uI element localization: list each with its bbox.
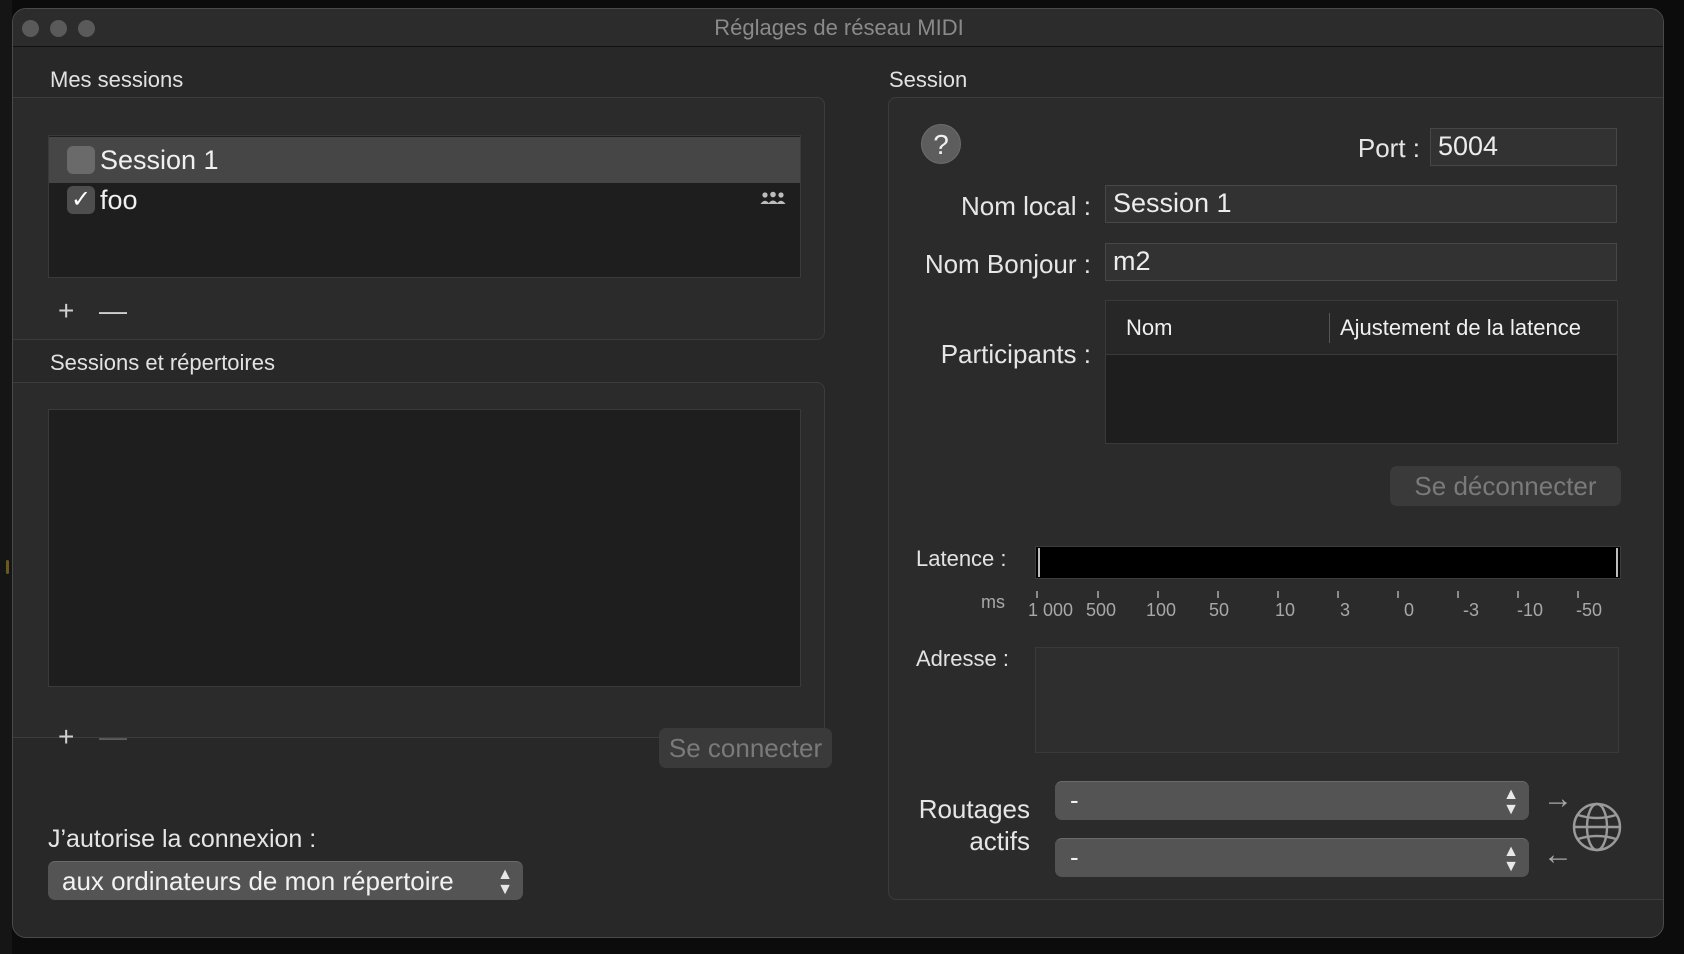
latency-scale-tick: [1457, 591, 1459, 598]
latency-scale-50: 50: [1209, 600, 1230, 620]
participants-table-header: Nom Ajustement de la latence: [1106, 301, 1617, 355]
port-label: Port :: [1357, 133, 1420, 163]
participants-table[interactable]: Nom Ajustement de la latence: [1105, 300, 1618, 444]
session-heading: Session: [889, 67, 968, 92]
allow-connection-popup[interactable]: aux ordinateurs de mon répertoire ▲ ▼: [48, 861, 523, 900]
latency-label: Latence :: [916, 546, 1007, 571]
bonjour-name-field[interactable]: m2: [1105, 243, 1617, 281]
people-icon: [760, 191, 786, 204]
latency-scale-minus-3: -3: [1463, 600, 1480, 620]
latency-meter-right-edge: [1616, 548, 1618, 577]
latency-scale-tick: [1397, 591, 1399, 598]
background-edge: [0, 0, 12, 954]
latency-scale-1000: 1 000: [1028, 600, 1074, 620]
allow-connection-value: aux ordinateurs de mon répertoire: [62, 866, 454, 896]
title-bar[interactable]: Réglages de réseau MIDI: [13, 9, 1663, 47]
background-glow: [6, 560, 9, 574]
route-in-value: -: [1070, 842, 1079, 872]
session-1-checkbox[interactable]: [67, 146, 95, 174]
remove-directory-button[interactable]: —: [99, 722, 127, 752]
add-directory-button[interactable]: +: [58, 722, 74, 752]
local-name-label: Nom local :: [960, 191, 1091, 221]
participants-label: Participants :: [940, 339, 1091, 369]
foo-checkbox[interactable]: ✓: [67, 186, 95, 214]
active-routes-label-line2: actifs: [969, 826, 1030, 856]
address-label: Adresse :: [916, 646, 1009, 671]
latency-scale-tick: [1217, 591, 1219, 598]
latency-scale-0: 0: [1404, 600, 1415, 620]
latency-scale-3: 3: [1340, 600, 1351, 620]
address-field[interactable]: [1035, 647, 1619, 753]
connect-button[interactable]: Se connecter: [659, 728, 832, 768]
arrow-left-icon: ←: [1543, 838, 1573, 871]
my-sessions-list[interactable]: Session 1 ✓ foo: [48, 135, 801, 278]
help-button[interactable]: ?: [921, 124, 961, 164]
latency-scale-tick: [1157, 591, 1159, 598]
remove-session-button[interactable]: —: [99, 296, 127, 326]
disconnect-button[interactable]: Se déconnecter: [1390, 466, 1621, 506]
latency-scale-tick: [1277, 591, 1279, 598]
window-title: Réglages de réseau MIDI: [714, 15, 964, 40]
foo-label: foo: [100, 185, 138, 215]
my-sessions-heading: Mes sessions: [50, 67, 184, 92]
route-out-value: -: [1070, 785, 1079, 815]
column-header-name[interactable]: Nom: [1126, 301, 1172, 355]
port-field[interactable]: 5004: [1430, 128, 1617, 166]
latency-unit: ms: [981, 592, 1005, 612]
session-row-session-1[interactable]: Session 1: [49, 137, 800, 183]
column-divider: [1329, 313, 1330, 343]
active-routes-label-line1: Routages: [918, 794, 1030, 824]
route-in-popup[interactable]: - ▲ ▼: [1055, 838, 1529, 877]
session-row-foo[interactable]: ✓ foo: [49, 183, 800, 229]
latency-scale-100: 100: [1146, 600, 1177, 620]
add-session-button[interactable]: +: [58, 296, 74, 326]
chevron-updown-icon: ▲ ▼: [1503, 786, 1519, 818]
latency-scale-10: 10: [1275, 600, 1296, 620]
latency-scale-tick: [1577, 591, 1579, 598]
chevron-updown-icon: ▲ ▼: [497, 866, 513, 898]
latency-scale-tick: [1337, 591, 1339, 598]
bonjour-name-label: Nom Bonjour :: [924, 249, 1091, 279]
arrow-right-icon: →: [1543, 782, 1573, 815]
chevron-updown-icon: ▲ ▼: [1503, 843, 1519, 875]
latency-meter: [1035, 546, 1621, 579]
latency-meter-left-edge: [1038, 548, 1040, 577]
allow-connection-label: J’autorise la connexion :: [48, 825, 317, 853]
column-header-latency-adjust[interactable]: Ajustement de la latence: [1340, 301, 1581, 355]
latency-scale-tick: [1517, 591, 1519, 598]
directory-heading: Sessions et répertoires: [50, 350, 275, 375]
route-out-popup[interactable]: - ▲ ▼: [1055, 781, 1529, 820]
latency-scale-500: 500: [1086, 600, 1117, 620]
directory-list[interactable]: [48, 409, 801, 687]
latency-scale-tick: [1097, 591, 1099, 598]
local-name-field[interactable]: Session 1: [1105, 185, 1617, 223]
latency-scale-minus-10: -10: [1517, 600, 1544, 620]
latency-scale-minus-50: -50: [1576, 600, 1603, 620]
globe-icon: [1572, 802, 1622, 852]
latency-scale-tick: [1036, 591, 1038, 598]
midi-network-window: Réglages de réseau MIDI Mes sessions Ses…: [12, 8, 1664, 938]
